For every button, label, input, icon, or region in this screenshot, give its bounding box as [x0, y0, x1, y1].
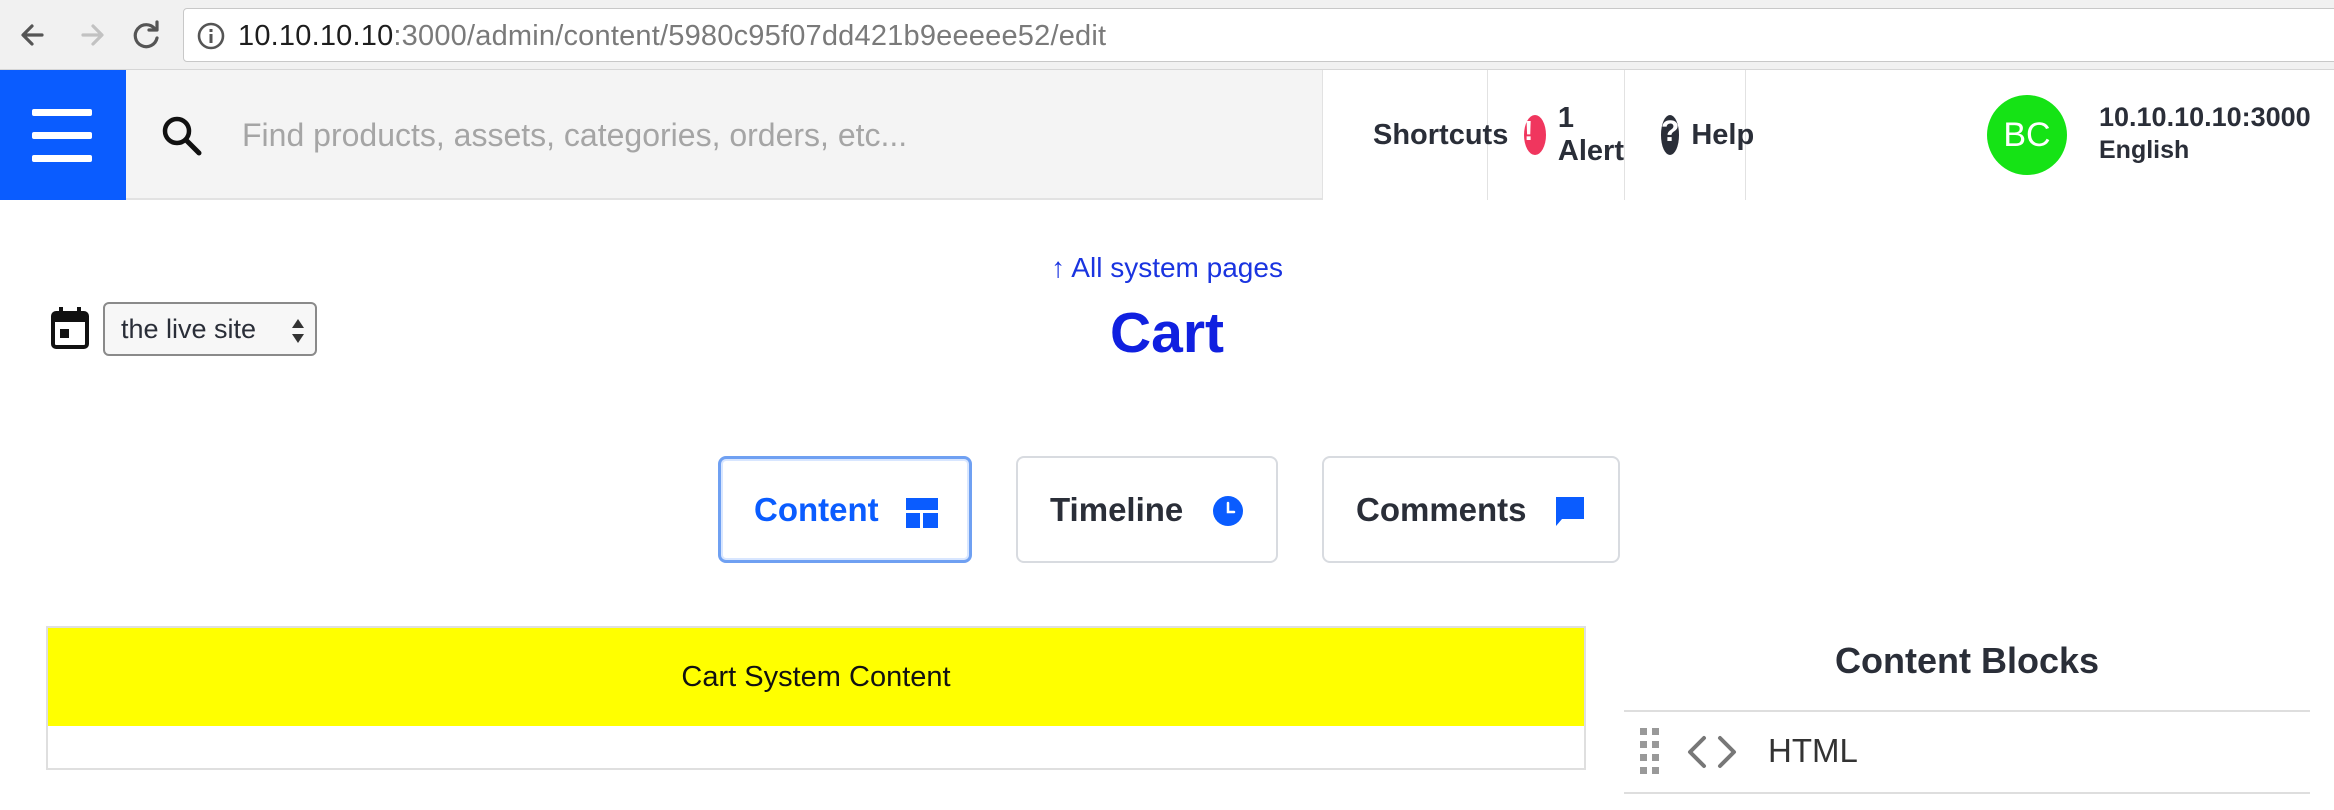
select-arrows-icon — [292, 319, 304, 343]
tab-comments[interactable]: Comments — [1322, 456, 1620, 563]
menu-bar-icon — [32, 132, 92, 139]
store-host[interactable]: 10.10.10.10:3000 — [2099, 102, 2311, 133]
search-input[interactable] — [240, 102, 1290, 168]
alerts-button[interactable]: ! 1 Alert — [1488, 70, 1625, 200]
back-arrow-icon[interactable] — [12, 13, 56, 57]
content-editor[interactable]: Cart System Content — [46, 626, 1586, 770]
page-title: Cart — [1109, 301, 1225, 365]
all-system-pages-link[interactable]: ↑ All system pages — [0, 252, 2334, 284]
address-bar[interactable]: 10.10.10.10:3000/admin/content/5980c95f0… — [183, 8, 2334, 62]
alert-label: 1 Alert — [1557, 102, 1624, 167]
cart-content-block[interactable]: Cart System Content — [48, 628, 1584, 726]
tab-content[interactable]: Content — [718, 456, 972, 563]
content-block-text: Cart System Content — [681, 660, 951, 693]
url-text: 10.10.10.10:3000/admin/content/5980c95f0… — [238, 20, 1106, 53]
url-host: 10.10.10.10 — [238, 20, 394, 52]
url-path: :3000/admin/content/5980c95f07dd421b9eee… — [393, 20, 1107, 52]
help-label: Help — [1691, 118, 1755, 151]
alert-icon: ! — [1524, 115, 1546, 155]
tab-timeline-label: Timeline — [1050, 490, 1184, 528]
menu-bar-icon — [32, 109, 92, 116]
calendar-icon[interactable] — [50, 306, 90, 350]
shortcuts-button[interactable]: Shortcuts — [1323, 70, 1508, 200]
content-block-item-html[interactable]: HTML — [1624, 712, 2310, 792]
site-select-value: the live site — [121, 313, 257, 344]
info-icon[interactable] — [196, 21, 226, 51]
help-icon: ? — [1661, 115, 1680, 155]
app-header: Shortcuts ! 1 Alert ? Help BC 10.10.10.1… — [0, 70, 2334, 200]
forward-arrow-icon[interactable] — [70, 13, 114, 57]
site-version-select[interactable]: the live site — [103, 302, 317, 356]
hamburger-menu-button[interactable] — [0, 70, 126, 200]
help-button[interactable]: ? Help — [1625, 70, 1754, 200]
tab-timeline[interactable]: Timeline — [1016, 456, 1278, 563]
language-label[interactable]: English — [2099, 136, 2189, 165]
browser-toolbar: 10.10.10.10:3000/admin/content/5980c95f0… — [0, 0, 2334, 70]
menu-bar-icon — [32, 155, 92, 162]
search-icon — [162, 116, 202, 156]
header-actions: Shortcuts ! 1 Alert ? Help BC 10.10.10.1… — [1322, 70, 2334, 200]
code-icon — [1688, 736, 1736, 768]
reload-icon[interactable] — [124, 13, 168, 57]
tab-comments-label: Comments — [1356, 490, 1527, 528]
layout-icon — [906, 498, 938, 528]
divider — [1624, 792, 2310, 794]
avatar[interactable]: BC — [1987, 95, 2067, 175]
tab-content-label: Content — [754, 490, 879, 528]
content-blocks-title: Content Blocks — [1834, 640, 2100, 681]
comment-icon — [1556, 497, 1584, 526]
clock-icon — [1213, 496, 1243, 526]
content-block-label: HTML — [1768, 732, 1858, 769]
drag-handle-icon[interactable] — [1640, 728, 1660, 774]
